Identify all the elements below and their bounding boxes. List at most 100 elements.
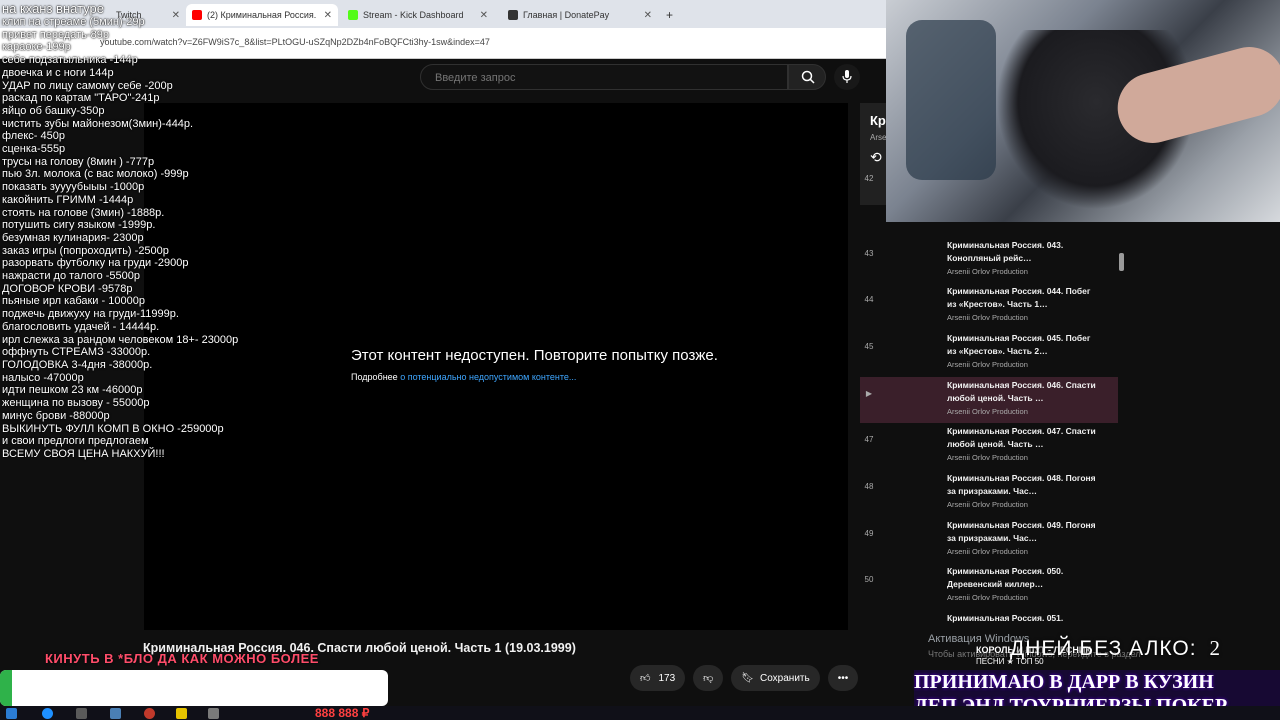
donation-item: идти пешком 23 км -46000р (2, 384, 143, 397)
playlist-scrollbar[interactable] (1119, 253, 1124, 271)
playlist-item-channel: Arsenii Orlov Production (947, 407, 1028, 416)
playlist-item-title: Криминальная Россия. 048. Погоня за приз… (947, 473, 1096, 496)
close-icon[interactable]: ✕ (480, 10, 488, 21)
bookmark-icon: 🔖︎ (741, 672, 754, 684)
playlist-item-index: 49 (864, 529, 874, 538)
playlist-item[interactable]: 43 Криминальная Россия. 043. Конопляный р… (860, 237, 1118, 283)
tab-kick-dashboard[interactable]: Stream - Kick Dashboard ✕ (342, 4, 494, 26)
playlist-item[interactable]: 45 Криминальная Россия. 045. Побег из «Кр… (860, 330, 1118, 376)
obs-icon[interactable] (110, 708, 121, 719)
donation-item: показать зуууубыыы -1000р (2, 181, 145, 194)
new-tab-button[interactable]: + (660, 4, 680, 26)
donation-item: чистить зубы майонезом(3мин)-444р. (2, 117, 194, 130)
playlist-subtitle: Arse (870, 133, 887, 142)
tab-label: Stream - Kick Dashboard (363, 10, 464, 20)
donation-goal-text: 22 814 ₽ (3%) (123, 680, 207, 695)
app-icon[interactable] (144, 708, 155, 719)
playlist-item-channel: Arsenii Orlov Production (947, 313, 1028, 322)
darr-line-1: ПРИНИМАЮ В ДАРР В КУЗИН (914, 671, 1214, 693)
webcam-chair (906, 20, 996, 180)
loop-icon[interactable]: ⟲ (870, 149, 882, 166)
search-icon (801, 70, 815, 84)
error-prefix: Подробнее (351, 372, 398, 382)
donation-item: ВСЕМУ СВОЯ ЦЕНА НАКХУЙ!!! (2, 447, 165, 460)
donation-item: клип на стреаме (5мин)-29р (2, 16, 145, 28)
playlist-item[interactable]: 49 Криминальная Россия. 049. Погоня за пр… (860, 517, 1118, 563)
counter-value: 2 (1209, 636, 1221, 660)
playlist-item-channel: Arsenii Orlov Production (947, 360, 1028, 369)
donation-item: оффнуть СТРЕАМЗ -33000р. (2, 346, 151, 359)
donation-item: нажрасти до талого -5500р (2, 270, 141, 283)
playlist-item-channel: Arsenii Orlov Production (947, 453, 1028, 462)
app-icon[interactable] (208, 708, 219, 719)
windows-start-icon[interactable] (6, 708, 17, 719)
money-counter: 888 888 ₽ (315, 706, 370, 720)
donation-price-list: на кханз внатуре клип на стреаме (5мин)-… (2, 2, 252, 461)
donation-item: ГОЛОДОВКА 3-4дня -38000р. (2, 358, 153, 371)
folder-icon[interactable] (176, 708, 187, 719)
sober-days-counter: ДНЕЙ БЕЗ АЛКО: 2 (1010, 636, 1221, 661)
donation-item: пьяные ирл кабаки - 10000р (2, 295, 145, 308)
donation-item: караоке-199р (2, 41, 71, 54)
counter-label: ДНЕЙ БЕЗ АЛКО: (1010, 637, 1197, 660)
playlist-item-title: Криминальная Россия. 044. Побег из «Крес… (947, 286, 1091, 309)
search-input[interactable] (433, 71, 737, 85)
tab-donatepay[interactable]: Главная | DonatePay ✕ (502, 4, 658, 26)
playlist-item-index: 44 (864, 295, 874, 304)
donation-item: раскад по картам "ТАРО"-241р (2, 92, 160, 105)
donation-item: ДОГОВОР КРОВИ -9578р (2, 282, 133, 295)
donatepay-favicon-icon (508, 10, 518, 20)
edge-browser-icon[interactable] (42, 708, 53, 719)
donation-item: стоять на голове (3мин) -1888р. (2, 206, 165, 219)
donation-item: минус брови -88000р (2, 409, 110, 422)
playlist-item-index: 48 (864, 482, 874, 491)
player-error-details: Подробнее о потенциально недопустимом ко… (351, 372, 576, 382)
donation-list-header: на кханз внатуре (2, 1, 104, 16)
donation-item: пью 3л. молока (с вас молоко) -999р (2, 168, 189, 181)
donation-item: и свои предлоги предлогаем (2, 435, 149, 448)
playlist-item-title: Криминальная Россия. 047. Спасти любой ц… (947, 426, 1096, 449)
playlist-item[interactable]: 47 Криминальная Россия. 047. Спасти любой… (860, 423, 1118, 469)
playlist-item-title: Криминальная Россия. 050. Деревенский ки… (947, 566, 1064, 589)
donation-item: ВЫКИНУТЬ ФУЛЛ КОМП В ОКНО -259000р (2, 422, 224, 435)
donation-item: потушить сигу языком -1999р. (2, 219, 156, 232)
playlist-item-index: ▶ (865, 389, 873, 398)
youtube-header (242, 60, 953, 100)
like-button[interactable]: 👍︎ 173 (630, 665, 686, 691)
playlist-item[interactable]: ▶ Криминальная Россия. 046. Спасти любой … (860, 377, 1118, 423)
donation-item: какойнить ГРИММ -1444р (2, 193, 134, 206)
file-explorer-icon[interactable] (76, 708, 87, 719)
playlist-item[interactable]: 44 Криминальная Россия. 044. Побег из «Кр… (860, 283, 1118, 329)
playlist-item-channel: Arsenii Orlov Production (947, 267, 1028, 276)
like-count: 173 (658, 672, 676, 684)
donation-call-text: КИНУТЬ В *БЛО ДА КАК МОЖНО БОЛЕЕ (45, 651, 319, 666)
windows-taskbar (0, 706, 1280, 720)
save-button[interactable]: 🔖︎ Сохранить (731, 665, 820, 691)
thumbs-up-icon: 👍︎ (640, 673, 651, 684)
donation-item: себе подзатыльника -144р (2, 54, 138, 67)
playlist-item-index: 42 (864, 174, 874, 183)
donation-item: трусы на голову (8мин ) -777р (2, 155, 155, 168)
video-actions: 👍︎ 173 👎︎ 🔖︎ Сохранить ••• (630, 665, 859, 691)
more-actions-button[interactable]: ••• (827, 665, 859, 691)
donation-item: двоечка и с ноги 144р (2, 66, 114, 79)
dislike-button[interactable]: 👎︎ (693, 665, 724, 691)
playlist-item-channel: Arsenii Orlov Production (947, 593, 1028, 602)
close-icon[interactable]: ✕ (324, 10, 332, 21)
search-button[interactable] (788, 64, 826, 90)
donation-item: ирл слежка за рандом человеком 18+- 2300… (2, 333, 239, 346)
close-icon[interactable]: ✕ (644, 10, 652, 21)
player-error-message: Этот контент недоступен. Повторите попыт… (351, 347, 718, 364)
playlist-item-title: Криминальная Россия. 046. Спасти любой ц… (947, 380, 1096, 403)
thumbs-down-icon: 👎︎ (703, 673, 714, 684)
donation-goal-bar: 22 814 ₽ (3%) (0, 670, 388, 706)
error-details-link[interactable]: о потенциально недопустимом контенте... (400, 372, 576, 382)
search-box[interactable] (420, 64, 953, 90)
playlist-item[interactable]: 48 Криминальная Россия. 048. Погоня за пр… (860, 470, 1118, 516)
donation-item: женщина по вызову - 55000р (2, 397, 150, 410)
voice-search-button[interactable] (834, 64, 860, 90)
donation-item: благословить удачей - 14444р. (2, 320, 160, 333)
donation-items: клип на стреаме (5мин)-29р привет передат… (2, 16, 252, 461)
playlist-item[interactable]: 50 Криминальная Россия. 050. Деревенский … (860, 563, 1118, 609)
playlist-item-index: 45 (864, 342, 874, 351)
